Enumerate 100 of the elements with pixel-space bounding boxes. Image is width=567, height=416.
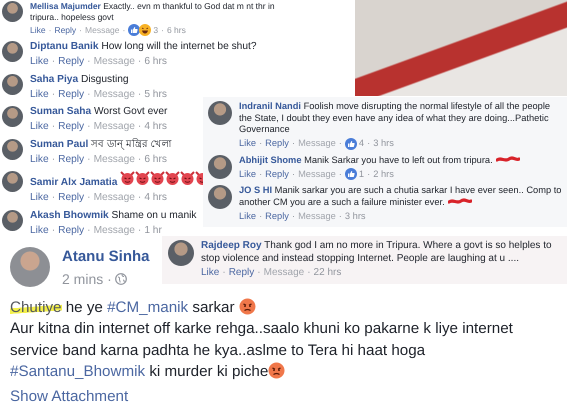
comment-action-link[interactable]: Like [30,154,49,166]
hashtag-link[interactable]: #CM_manik [107,299,188,316]
comment-time: 6 hrs [166,24,186,36]
comment-text: Suman Saha Worst Govt ever [30,106,168,119]
separator-dot: · [52,56,56,69]
avatar [2,138,23,160]
separator-dot: · [367,138,370,150]
separator-dot: · [222,267,226,280]
haha-reaction-icon [139,24,152,36]
comment-action-link[interactable]: Reply [58,88,84,102]
commenter-name[interactable]: Diptanu Banik [30,41,98,52]
devil-emoji-icon [165,171,180,186]
scribble-mark [448,198,472,206]
separator-dot: · [259,138,262,150]
avatar [2,41,23,62]
comment-action-link[interactable]: Like [239,138,256,150]
comment-action-link[interactable]: Reply [228,267,254,280]
comment-time: 2 hrs [373,168,394,180]
comment-action-link[interactable]: Reply [58,56,84,69]
reaction-count: 1 [358,168,364,180]
separator-dot: · [292,210,296,222]
hashtag-link[interactable]: #Santanu_Bhowmik [10,362,146,380]
comment-time: 4 hrs [144,121,167,134]
comment-action-link[interactable]: Reply [54,24,76,36]
commenter-name[interactable]: Suman Paul [30,138,88,150]
angry-emoji-icon [268,362,286,379]
separator-dot: · [161,24,164,36]
commenter-name[interactable]: JO S HI [239,185,272,196]
commenter-name[interactable]: Samir Alx Jamatia [30,177,118,188]
separator-dot: · [52,88,56,102]
separator-dot: · [87,56,91,69]
reaction-count: 4 [358,138,364,150]
comment-text: Saha Piya Disgusting [30,74,130,86]
commenter-name[interactable]: Mellisa Majumder [30,1,101,11]
comment-time: 1 hr [144,224,162,238]
avatar [2,106,23,128]
separator-dot: · [87,121,91,134]
comment-action-link[interactable]: Reply [265,138,289,150]
commenter-name[interactable]: Suman Saha [30,106,92,118]
comment-action-link[interactable]: Like [201,267,220,280]
separator-dot: · [259,210,262,222]
comment-time: 6 hrs [144,56,167,69]
comment-text: Mellisa Majumder Exactly.. evn m thankful to God dat m nt thr in tripura.. hopeless govt [30,1,276,22]
comment-action-link[interactable]: Like [30,121,49,134]
comment-action-link[interactable]: Like [30,192,49,205]
separator-dot: · [367,168,370,180]
separator-dot: · [138,192,142,205]
globe-icon [114,272,127,284]
separator-dot: · [52,121,56,134]
comment-text: Diptanu Banik How long will the internet be shut? [30,41,256,54]
comment-time: 3 hrs [373,138,394,150]
avatar [168,240,194,266]
comment-action-link[interactable]: Like [30,224,49,238]
commenter-name[interactable]: Saha Piya [30,74,78,85]
separator-dot: · [87,88,91,102]
devil-emoji-icon [135,171,150,186]
comment-text: Indranil Nandi Foolish move disrupting the normal lifestyle of all the people the State, I doubt they even have any idea of what they are doing...Pathetic Governance [239,101,552,136]
comment-action-link[interactable]: Like [30,56,49,69]
angry-emoji-icon [238,298,256,315]
comment-time: 4 hrs [144,192,167,205]
comment-action-link[interactable]: Reply [265,168,289,180]
commenter-name[interactable]: Abhijit Shome [239,154,302,165]
avatar [2,171,23,192]
separator-dot: · [338,138,342,150]
separator-dot: · [52,224,56,238]
post-text: #Santanu_Bhowmik ki murder ki piche [10,360,559,382]
like-reaction-icon [128,24,140,36]
comment-action-link[interactable]: Reply [58,224,84,238]
commenter-name[interactable]: Akash Bhowmik [30,210,109,221]
avatar [2,210,23,231]
comment-time: 3 hrs [344,210,366,222]
separator-dot: · [138,56,142,69]
separator-dot: · [87,192,91,205]
comment-action-link[interactable]: Like [239,210,256,222]
separator-dot: · [138,88,142,102]
separator-dot: · [257,267,261,280]
scribble-mark [496,156,520,163]
comment-action-link[interactable]: Reply [58,154,84,166]
comment-action-link[interactable]: Like [30,88,49,102]
comment-action-link[interactable]: Reply [58,192,84,205]
separator-dot: · [138,224,142,238]
comment-action-link[interactable]: Reply [58,121,84,134]
comment-text: Abhijit Shome Manik Sarkar you have to left out from tripura. [239,154,520,166]
devil-emoji-icon [180,171,196,186]
avatar [2,74,23,95]
comment-text: Rajdeep Roy Thank god I am no more in Tripura. Where a govt is so helples to stop violence and instead stopping Internet. People are laughing at u .... [201,240,553,265]
comment-action-link[interactable]: Like [30,24,46,36]
avatar [2,1,23,22]
comment-time: 22 hrs [314,267,342,280]
commenter-name[interactable]: Indranil Nandi [239,101,301,111]
separator-dot: · [122,24,126,36]
separator-dot: · [79,24,82,36]
show-attachment-link[interactable]: Show Attachment [10,386,128,408]
author-name[interactable]: Atanu Sinha [62,248,150,264]
commenter-name[interactable]: Rajdeep Roy [201,240,262,251]
separator-dot: · [292,168,296,180]
comment-action-link[interactable]: Reply [265,210,289,222]
separator-dot: · [52,154,56,166]
comment-action-link[interactable]: Like [239,168,256,180]
separator-dot: · [52,192,56,205]
